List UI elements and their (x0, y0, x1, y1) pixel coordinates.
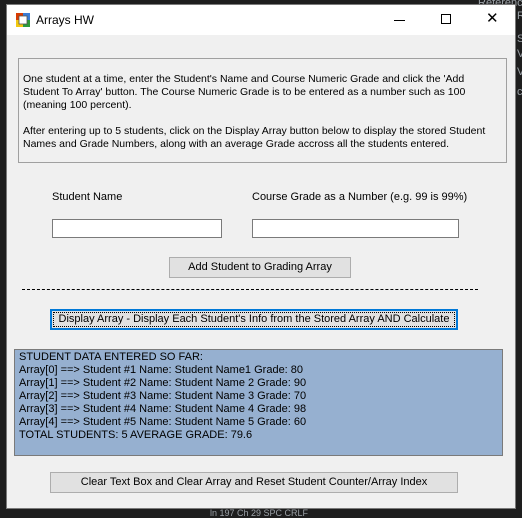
app-icon (16, 13, 30, 27)
instructions-paragraph-2: After entering up to 5 students, click o… (23, 125, 486, 150)
grade-label: Course Grade as a Number (e.g. 99 is 99%… (252, 191, 468, 203)
background-letter: c (517, 86, 522, 98)
output-line: Array[3] ==> Student #4 Name: Student Na… (19, 403, 307, 415)
background-letter: S (517, 33, 522, 45)
background-letter: V (517, 66, 522, 78)
maximize-icon (441, 14, 451, 24)
section-divider (22, 289, 478, 290)
close-icon: ✕ (486, 10, 499, 27)
title-bar[interactable]: Arrays HW ✕ (7, 5, 515, 35)
output-line: Array[1] ==> Student #2 Name: Student Na… (19, 377, 307, 389)
close-button[interactable]: ✕ (469, 5, 515, 35)
clear-reset-button[interactable]: Clear Text Box and Clear Array and Reset… (50, 472, 458, 493)
grade-input[interactable] (252, 219, 459, 238)
background-letter: R (517, 10, 522, 22)
output-line: Array[0] ==> Student #1 Name: Student Na… (19, 364, 304, 376)
window-title: Arrays HW (36, 13, 94, 27)
student-name-input[interactable] (52, 219, 222, 238)
minimize-button[interactable] (377, 5, 423, 35)
output-line: STUDENT DATA ENTERED SO FAR: (19, 351, 203, 363)
maximize-button[interactable] (423, 5, 469, 35)
minimize-icon (394, 20, 405, 21)
output-line: Array[4] ==> Student #5 Name: Student Na… (19, 416, 307, 428)
app-window: Arrays HW ✕ One student at a time, enter… (6, 4, 516, 509)
output-textbox[interactable]: STUDENT DATA ENTERED SO FAR: Array[0] ==… (14, 349, 503, 456)
instructions-paragraph-1: One student at a time, enter the Student… (23, 73, 466, 111)
student-name-label: Student Name (52, 191, 123, 203)
output-line: TOTAL STUDENTS: 5 AVERAGE GRADE: 79.6 (19, 429, 253, 441)
instructions-panel: One student at a time, enter the Student… (18, 58, 507, 163)
add-student-button[interactable]: Add Student to Grading Array (169, 257, 351, 278)
background-status-text: ln 197 Ch 29 SPC CRLF (210, 508, 309, 518)
display-array-button[interactable]: Display Array - Display Each Student's I… (50, 309, 458, 330)
background-letter: V (517, 48, 522, 60)
output-line: Array[2] ==> Student #3 Name: Student Na… (19, 390, 307, 402)
